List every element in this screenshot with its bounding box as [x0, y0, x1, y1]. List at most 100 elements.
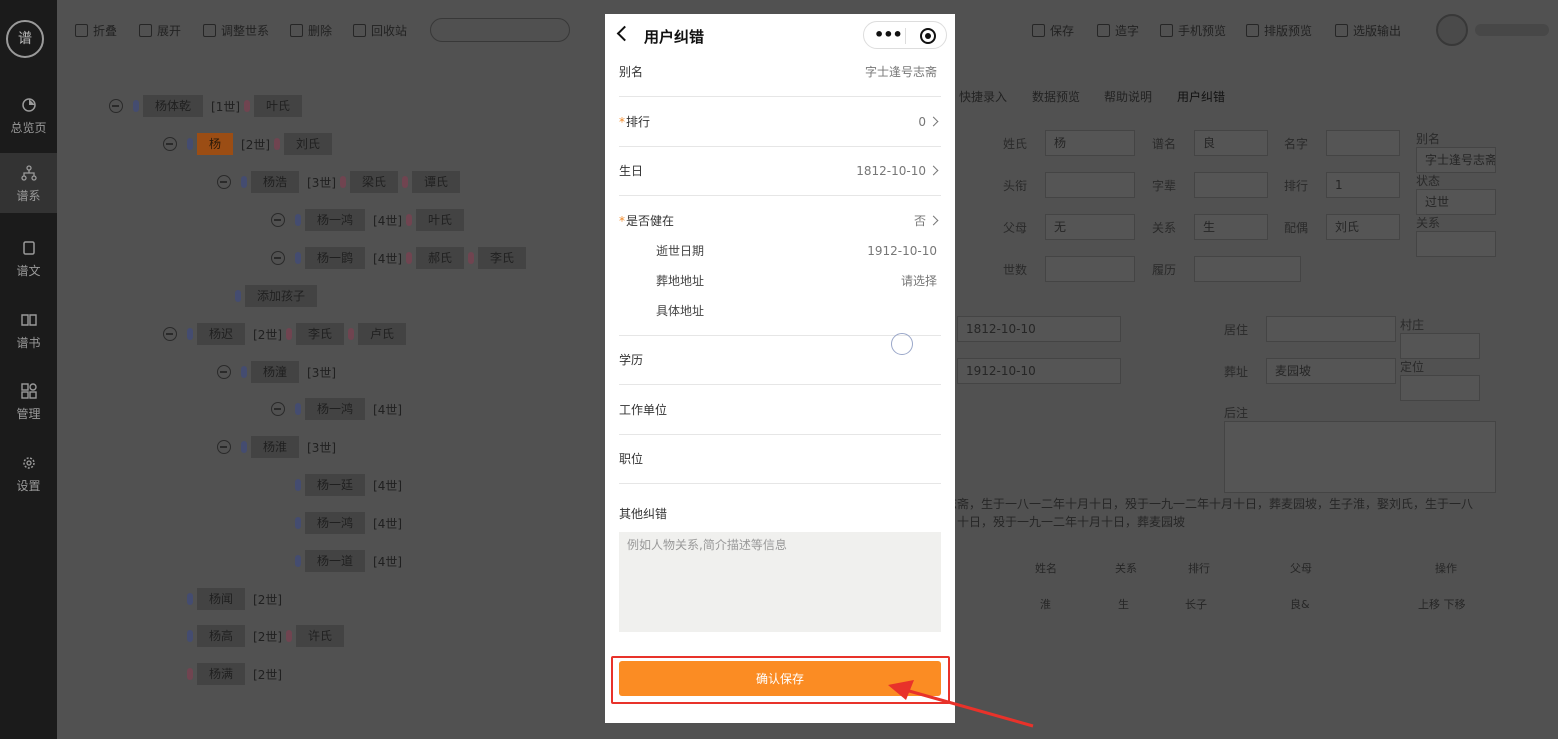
- nav-manage[interactable]: 管理: [0, 371, 57, 431]
- field-input[interactable]: [1045, 172, 1135, 198]
- toolbar-expand[interactable]: 展开: [139, 22, 181, 39]
- spouse-name[interactable]: 刘氏: [284, 133, 333, 155]
- toolbar-collapse[interactable]: 折叠: [75, 22, 117, 39]
- person-name[interactable]: 杨一鸿: [305, 398, 366, 420]
- tree-row[interactable]: 杨一廷 [4世]: [295, 474, 406, 496]
- tree-row[interactable]: 杨浩 [3世] 梁氏 谭氏: [217, 171, 464, 193]
- person-name[interactable]: 杨一鹍: [305, 247, 366, 269]
- avatar[interactable]: [1436, 14, 1468, 46]
- expand-icon[interactable]: [271, 402, 285, 416]
- tree-row[interactable]: 杨淮 [3世]: [217, 436, 340, 458]
- person-name[interactable]: 杨淮: [251, 436, 300, 458]
- person-name[interactable]: 杨一道: [305, 550, 366, 572]
- person-name[interactable]: 杨浩: [251, 171, 300, 193]
- field-input[interactable]: 1: [1326, 172, 1400, 198]
- close-target-icon[interactable]: [920, 28, 936, 44]
- spouse-name[interactable]: 李氏: [296, 323, 345, 345]
- tab-data-preview[interactable]: 数据预览: [1032, 88, 1080, 105]
- more-icon[interactable]: •••: [874, 25, 903, 44]
- toolbar-mobile-preview[interactable]: 手机预览: [1160, 22, 1226, 39]
- tree-row[interactable]: 杨高 [2世] 许氏: [187, 625, 348, 647]
- tab-user-correction[interactable]: 用户纠错: [1177, 88, 1225, 105]
- spouse-name[interactable]: 许氏: [296, 625, 345, 647]
- table-row[interactable]: 淮 生 长子 良& 上移 下移: [960, 596, 1520, 616]
- person-name[interactable]: 杨高: [197, 625, 246, 647]
- workplace-row[interactable]: 工作单位: [619, 386, 941, 435]
- rank-row[interactable]: *排行 0: [619, 98, 941, 147]
- field-input[interactable]: 字士逢号志斋: [1416, 147, 1496, 173]
- tree-row[interactable]: 杨体乾 [1世] 叶氏: [109, 95, 306, 117]
- birth-date-input[interactable]: 1812-10-10: [957, 316, 1121, 342]
- toolbar-delete[interactable]: 删除: [290, 22, 332, 39]
- toolbar-save[interactable]: 保存: [1032, 22, 1074, 39]
- tree-row[interactable]: 杨一鸿 [4世]: [271, 398, 406, 420]
- birthday-row[interactable]: 生日 1812-10-10: [619, 147, 941, 196]
- nav-genealogy[interactable]: 谱系: [0, 153, 57, 213]
- death-date-input[interactable]: 1912-10-10: [957, 358, 1121, 384]
- collapse-icon[interactable]: [217, 175, 231, 189]
- collapse-icon[interactable]: [271, 251, 285, 265]
- search-input[interactable]: [430, 18, 570, 42]
- residence-select[interactable]: [1266, 316, 1396, 342]
- tab-quick-entry[interactable]: 快捷录入: [959, 88, 1007, 105]
- toolbar-create-char[interactable]: 造字: [1097, 22, 1139, 39]
- person-name-selected[interactable]: 杨: [197, 133, 234, 155]
- spouse-name[interactable]: 郝氏: [416, 247, 465, 269]
- collapse-icon[interactable]: [109, 99, 123, 113]
- spouse-name[interactable]: 叶氏: [416, 209, 465, 231]
- tree-row[interactable]: 杨迟 [2世] 李氏 卢氏: [163, 323, 410, 345]
- tree-row[interactable]: 杨 [2世] 刘氏: [163, 133, 336, 155]
- tree-row[interactable]: 杨一鹍 [4世] 郝氏 李氏: [271, 247, 530, 269]
- status-select[interactable]: 过世: [1416, 189, 1496, 215]
- spouse-name[interactable]: 叶氏: [254, 95, 303, 117]
- toolbar-trash[interactable]: 回收站: [353, 22, 407, 39]
- field-input[interactable]: [1400, 375, 1480, 401]
- tree-row[interactable]: 杨潼 [3世]: [217, 361, 340, 383]
- alias-row[interactable]: 别名 字士逢号志斋: [619, 48, 941, 97]
- education-row[interactable]: 学历: [619, 336, 941, 385]
- nav-overview[interactable]: 总览页: [0, 85, 57, 145]
- field-input[interactable]: [1326, 130, 1400, 156]
- field-input[interactable]: 麦园坡: [1266, 358, 1396, 384]
- tree-row[interactable]: 杨一鸿 [4世]: [295, 512, 406, 534]
- tab-help[interactable]: 帮助说明: [1104, 88, 1152, 105]
- add-child-row[interactable]: 添加孩子: [235, 285, 321, 307]
- tree-row[interactable]: 杨一道 [4世]: [295, 550, 406, 572]
- field-input[interactable]: [1194, 172, 1268, 198]
- nav-articles[interactable]: 谱文: [0, 228, 57, 288]
- nav-settings[interactable]: 设置: [0, 443, 57, 503]
- toolbar-layout-preview[interactable]: 排版预览: [1246, 22, 1312, 39]
- person-name[interactable]: 杨一廷: [305, 474, 366, 496]
- tree-row[interactable]: 杨闻 [2世]: [187, 588, 286, 610]
- person-name[interactable]: 杨闻: [197, 588, 246, 610]
- person-name[interactable]: 杨迟: [197, 323, 246, 345]
- tree-row[interactable]: 杨满 [2世]: [187, 663, 286, 685]
- field-input[interactable]: 杨: [1045, 130, 1135, 156]
- field-input[interactable]: [1400, 333, 1480, 359]
- field-input[interactable]: 良: [1194, 130, 1268, 156]
- death-date-row[interactable]: 逝世日期 1912-10-10: [656, 236, 941, 266]
- person-name[interactable]: 杨一鸿: [305, 209, 366, 231]
- specific-address-row[interactable]: 具体地址: [656, 296, 941, 326]
- field-input[interactable]: [1045, 256, 1135, 282]
- collapse-icon[interactable]: [163, 327, 177, 341]
- field-input[interactable]: [1194, 256, 1301, 282]
- other-correction-textarea[interactable]: [619, 532, 941, 632]
- spouse-select[interactable]: 刘氏: [1326, 214, 1400, 240]
- toolbar-export[interactable]: 选版输出: [1335, 22, 1401, 39]
- add-child-button[interactable]: 添加孩子: [245, 285, 318, 307]
- position-row[interactable]: 职位: [619, 435, 941, 484]
- field-input[interactable]: [1416, 231, 1496, 257]
- move-actions[interactable]: 上移 下移: [1418, 596, 1466, 612]
- field-input[interactable]: [1224, 421, 1496, 493]
- toolbar-adjust[interactable]: 调整世系: [203, 22, 269, 39]
- field-input[interactable]: 无: [1045, 214, 1135, 240]
- spouse-name[interactable]: 谭氏: [412, 171, 461, 193]
- collapse-icon[interactable]: [271, 213, 285, 227]
- alive-row[interactable]: *是否健在 否: [619, 197, 941, 228]
- collapse-icon[interactable]: [163, 137, 177, 151]
- person-name[interactable]: 杨潼: [251, 361, 300, 383]
- spouse-name[interactable]: 梁氏: [350, 171, 399, 193]
- person-name[interactable]: 杨满: [197, 663, 246, 685]
- spouse-name[interactable]: 李氏: [478, 247, 527, 269]
